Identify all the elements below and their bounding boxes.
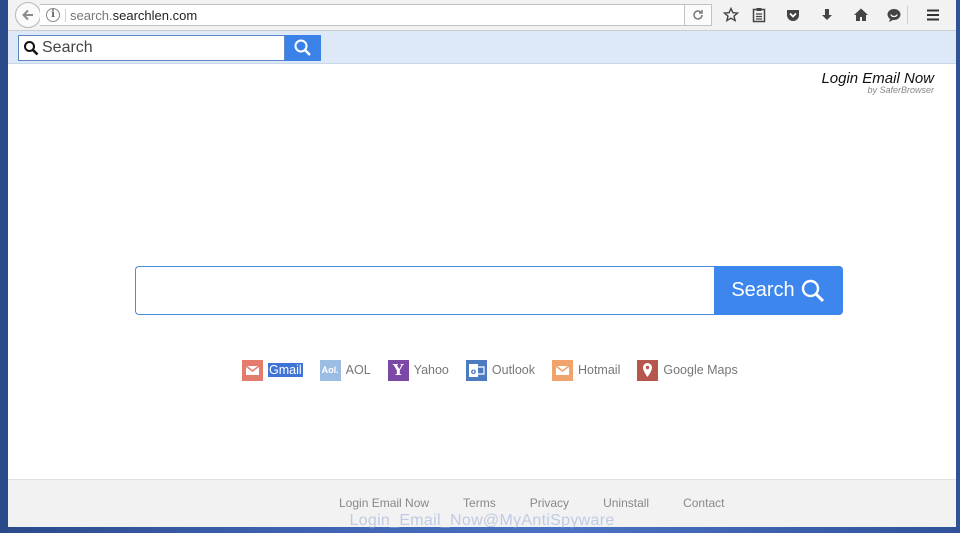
quicklink-hotmail[interactable]: Hotmail [551,359,621,381]
outlook-icon: o [465,359,487,381]
quicklink-label: Google Maps [663,363,738,377]
pocket-button[interactable] [783,5,803,25]
toolbar-search-box[interactable] [18,35,285,61]
gmail-icon [242,359,263,381]
back-button[interactable] [15,2,41,28]
toolbar-separator [907,6,908,24]
toolbar-search-button[interactable] [285,35,321,61]
search-icon [24,41,39,56]
extension-toolbar [8,31,956,64]
url-prefix: search. [70,8,113,23]
quick-links: Gmail Aol. AOL Y Yahoo o Outlook Hotmail [242,359,755,381]
clipboard-icon [752,8,766,23]
yahoo-icon: Y [387,359,409,381]
quicklink-google-maps[interactable]: Google Maps [637,359,738,381]
bookmark-star-button[interactable] [721,5,741,25]
quicklink-label: Yahoo [413,363,449,377]
url-separator [65,9,66,22]
watermark-text: Login_Email_Now@MyAntiSpyware [349,512,615,529]
quicklink-label: Gmail [268,363,303,377]
reading-list-button[interactable] [749,5,769,25]
quicklink-label: Hotmail [577,363,621,377]
map-pin-icon [637,359,659,381]
quicklink-yahoo[interactable]: Y Yahoo [387,359,449,381]
footer-link-privacy[interactable]: Privacy [530,496,569,510]
main-search-input[interactable] [136,267,715,314]
footer-links: Login Email Now Terms Privacy Uninstall … [339,496,758,510]
back-arrow-icon [22,9,33,21]
url-text[interactable]: search.searchlen.com [70,8,197,23]
home-icon [854,8,868,21]
pocket-icon [787,10,799,21]
brand-logo[interactable]: Login Email Now by SaferBrowser [821,70,934,95]
hotmail-icon [551,359,573,381]
browser-window: i search.searchlen.com Search Login Emai… [8,0,956,527]
main-search-button-label: Search [731,279,795,301]
main-search-box[interactable] [135,266,715,315]
chat-button[interactable] [884,5,904,25]
url-bar[interactable]: i search.searchlen.com [40,4,711,26]
hamburger-menu-icon [927,9,939,21]
site-info-icon[interactable]: i [46,8,60,22]
search-icon [801,279,824,302]
url-host: searchlen.com [112,8,198,23]
aol-icon: Aol. [319,359,341,381]
quicklink-label: AOL [345,363,371,377]
downloads-button[interactable] [817,5,837,25]
footer-link-contact[interactable]: Contact [683,496,724,510]
reload-button[interactable] [684,4,712,26]
quicklink-outlook[interactable]: o Outlook [465,359,535,381]
footer-link-uninstall[interactable]: Uninstall [603,496,649,510]
download-arrow-icon [822,9,832,20]
chat-bubble-icon [887,9,901,22]
quicklink-aol[interactable]: Aol. AOL [319,359,371,381]
footer-link-terms[interactable]: Terms [463,496,496,510]
browser-nav-bar: i search.searchlen.com [8,0,956,31]
reload-icon [693,10,703,20]
star-icon [723,7,739,23]
toolbar-search-input[interactable] [42,39,272,57]
menu-button[interactable] [923,5,943,25]
quicklink-gmail[interactable]: Gmail [242,359,303,381]
main-search-button[interactable]: Search [714,266,843,315]
footer-link-login-email-now[interactable]: Login Email Now [339,496,429,510]
home-button[interactable] [851,5,871,25]
search-icon [294,39,311,56]
svg-text:o: o [471,367,477,376]
quicklink-label: Outlook [491,363,535,377]
